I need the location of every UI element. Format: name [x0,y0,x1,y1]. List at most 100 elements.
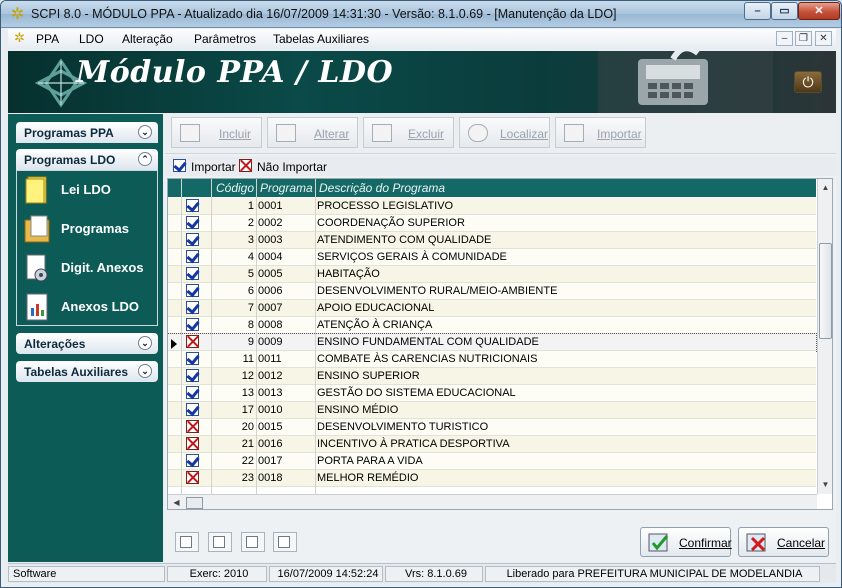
app-logo-icon: ✲ [10,6,25,23]
cell-codigo: 6 [247,285,254,297]
checkbox-checked-icon [186,386,199,399]
row-indicator [168,337,180,349]
mdi-close-button[interactable]: ✕ [815,31,832,46]
import-checkbox[interactable] [186,233,199,249]
table-row[interactable]: 13 0013 GESTÃO DO SISTEMA EDUCACIONAL [168,385,816,402]
chevron-up-icon[interactable]: ⌃ [138,152,152,166]
scroll-thumb[interactable] [819,243,832,339]
table-row[interactable]: 6 0006 DESENVOLVIMENTO RURAL/MEIO-AMBIENTE [168,283,816,300]
cell-descricao: HABITAÇÃO [317,268,380,280]
chevron-down-icon[interactable]: ⌄ [138,125,152,139]
table-row[interactable]: 21 0016 INCENTIVO À PRATICA DESPORTIVA [168,436,816,453]
group-tabelas-auxiliares[interactable]: Tabelas Auxiliares ⌄ [16,361,158,382]
link-anexos-ldo[interactable]: Anexos LDO [23,290,155,324]
nav-first-icon[interactable] [175,532,199,552]
import-checkbox[interactable] [186,454,199,470]
cell-descricao: APOIO EDUCACIONAL [317,302,435,314]
table-row[interactable]: 20 0015 DESENVOLVIMENTO TURISTICO [168,419,816,436]
localizar-button[interactable]: Localizar [459,117,550,148]
alterar-button[interactable]: Alterar [267,117,358,148]
import-checkbox[interactable] [186,250,199,266]
group-programas-ldo[interactable]: Programas LDO ⌃ [16,149,158,170]
table-row[interactable]: 1 0001 PROCESSO LEGISLATIVO [168,198,816,215]
excluir-button[interactable]: Excluir [363,117,454,148]
title-bar[interactable]: ✲ SCPI 8.0 - MÓDULO PPA - Atualizado dia… [1,1,841,28]
cell-codigo: 7 [247,302,254,314]
table-row[interactable]: 12 0012 ENSINO SUPERIOR [168,368,816,385]
document-menu-icon[interactable]: ✲ [14,31,28,45]
cell-descricao: DESENVOLVIMENTO RURAL/MEIO-AMBIENTE [317,285,558,297]
maximize-button[interactable]: ▭ [771,2,798,20]
group-alteracoes[interactable]: Alterações ⌄ [16,333,158,354]
menu-alteracao[interactable]: Alteração [122,32,173,46]
table-row[interactable]: 17 0010 ENSINO MÉDIO [168,402,816,419]
import-checkbox[interactable] [186,403,199,419]
checkbox-checked-icon [186,267,199,280]
incluir-button[interactable]: Incluir [171,117,262,148]
hscroll-thumb[interactable] [186,497,203,509]
column-header-descricao[interactable]: Descrição do Programa [319,181,445,195]
table-row[interactable]: 2 0002 COORDENAÇÃO SUPERIOR [168,215,816,232]
table-row[interactable]: 9 0009 ENSINO FUNDAMENTAL COM QUALIDADE [168,333,817,352]
table-row[interactable]: 22 0017 PORTA PARA A VIDA [168,453,816,470]
table-row[interactable]: 11 0011 COMBATE ÀS CARENCIAS NUTRICIONAIS [168,351,816,368]
horizontal-scrollbar[interactable]: ◀ [168,494,817,509]
cell-programa: 0005 [258,268,283,280]
chevron-down-icon[interactable]: ⌄ [138,364,152,378]
import-checkbox[interactable] [186,199,199,215]
table-row[interactable]: 7 0007 APOIO EDUCACIONAL [168,300,816,317]
import-checkbox[interactable] [186,369,199,385]
cell-programa: 0012 [258,370,283,382]
link-label: Lei LDO [61,182,111,197]
cancelar-button[interactable]: Cancelar [738,527,829,557]
group-label: Tabelas Auxiliares [24,365,129,379]
column-header-codigo[interactable]: Código [216,181,254,195]
cell-programa: 0015 [258,421,283,433]
link-programas[interactable]: Programas [23,212,155,246]
import-checkbox[interactable] [186,216,199,232]
link-lei-ldo[interactable]: Lei LDO [23,173,155,207]
nav-next-icon[interactable] [241,532,265,552]
import-checkbox[interactable] [186,267,199,283]
cell-codigo: 23 [241,472,254,484]
import-checkbox[interactable] [186,386,199,402]
exit-power-button[interactable]: ⏻ [794,71,822,93]
scroll-down-arrow-icon[interactable]: ▼ [820,479,831,490]
vertical-scrollbar[interactable]: ▲ ▼ [817,179,832,494]
cell-codigo: 9 [247,336,254,348]
column-header-programa[interactable]: Programa [260,181,313,195]
chevron-down-icon[interactable]: ⌄ [138,336,152,350]
checkbox-checked-icon [186,403,199,416]
mdi-minimize-button[interactable]: – [776,31,793,46]
link-digit-anexos[interactable]: Digit. Anexos [23,251,155,285]
import-checkbox[interactable] [186,318,199,334]
table-row[interactable]: 5 0005 HABITAÇÃO [168,266,816,283]
mdi-restore-button[interactable]: ❐ [795,31,812,46]
import-checkbox[interactable] [186,301,199,317]
scroll-left-arrow-icon[interactable]: ◀ [171,497,182,508]
menu-tabelas-auxiliares[interactable]: Tabelas Auxiliares [273,32,369,46]
minimize-button[interactable]: – [744,2,771,20]
table-row[interactable]: 8 0008 ATENÇÃO À CRIANÇA [168,317,816,334]
import-checkbox[interactable] [186,352,199,368]
menu-ppa[interactable]: PPA [36,32,59,46]
import-checkbox[interactable] [186,335,199,351]
import-checkbox[interactable] [186,471,199,487]
table-row[interactable]: 4 0004 SERVIÇOS GERAIS À COMUNIDADE [168,249,816,266]
import-checkbox[interactable] [186,420,199,436]
table-row[interactable]: 23 0018 MELHOR REMÉDIO [168,470,816,487]
toolbar: Incluir Alterar Excluir Localizar Import… [165,114,836,154]
importar-button[interactable]: Importar [555,117,646,148]
group-programas-ppa[interactable]: Programas PPA ⌄ [16,122,158,143]
scroll-up-arrow-icon[interactable]: ▲ [820,182,831,193]
cell-codigo: 17 [241,404,254,416]
menu-ldo[interactable]: LDO [79,32,104,46]
nav-last-icon[interactable] [273,532,297,552]
confirmar-button[interactable]: Confirmar [640,527,732,557]
import-checkbox[interactable] [186,437,199,453]
close-button[interactable]: ✕ [798,2,840,20]
menu-parametros[interactable]: Parâmetros [194,32,256,46]
import-checkbox[interactable] [186,284,199,300]
nav-previous-icon[interactable] [208,532,232,552]
table-row[interactable]: 3 0003 ATENDIMENTO COM QUALIDADE [168,232,816,249]
